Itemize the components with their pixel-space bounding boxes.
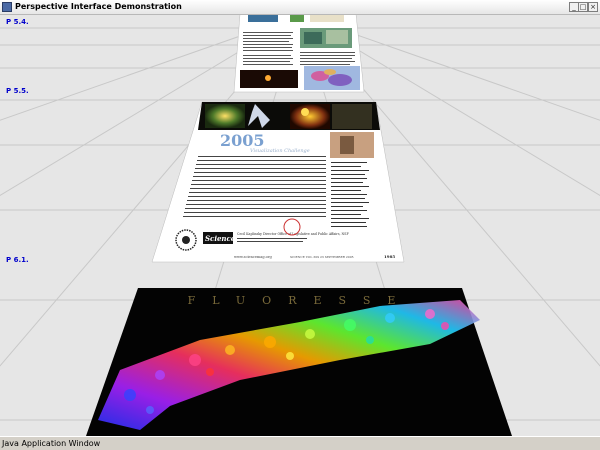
title-bar[interactable]: Perspective Interface Demonstration _ □ … xyxy=(0,0,600,15)
app-window: Perspective Interface Demonstration _ □ … xyxy=(0,0,600,450)
window-title: Perspective Interface Demonstration xyxy=(15,2,182,11)
fluoresse-title: FLUORESSE xyxy=(188,294,413,307)
page-6-1[interactable]: FLUORESSE xyxy=(86,288,512,436)
page-5-5-footer-mid: SCIENCE VOL 309 23 SEPTEMBER 2005 xyxy=(290,255,354,259)
page-5-4[interactable] xyxy=(233,15,365,93)
page-label-5-5[interactable]: P 5.5. xyxy=(6,87,29,95)
status-bar: Java Application Window xyxy=(0,436,600,450)
status-text: Java Application Window xyxy=(2,439,101,448)
science-logo: Science xyxy=(205,234,236,243)
java-app-icon xyxy=(2,2,12,12)
page-5-5[interactable]: 2005 Visualization Challenge Science Cec… xyxy=(151,101,405,263)
page-5-5-page-number: 1985 xyxy=(384,254,395,259)
maximize-button[interactable]: □ xyxy=(578,2,588,12)
close-button[interactable]: × xyxy=(588,2,598,12)
perspective-viewport[interactable]: 2005 Visualization Challenge Science Cec… xyxy=(0,15,600,436)
perspective-scene[interactable]: 2005 Visualization Challenge Science Cec… xyxy=(0,15,600,436)
page-label-6-1[interactable]: P 6.1. xyxy=(6,256,29,264)
page-5-5-footer-left: www.sciencemag.org xyxy=(234,255,272,259)
page-5-5-banner: Visualization Challenge xyxy=(250,148,310,154)
page-label-5-4[interactable]: P 5.4. xyxy=(6,18,29,26)
